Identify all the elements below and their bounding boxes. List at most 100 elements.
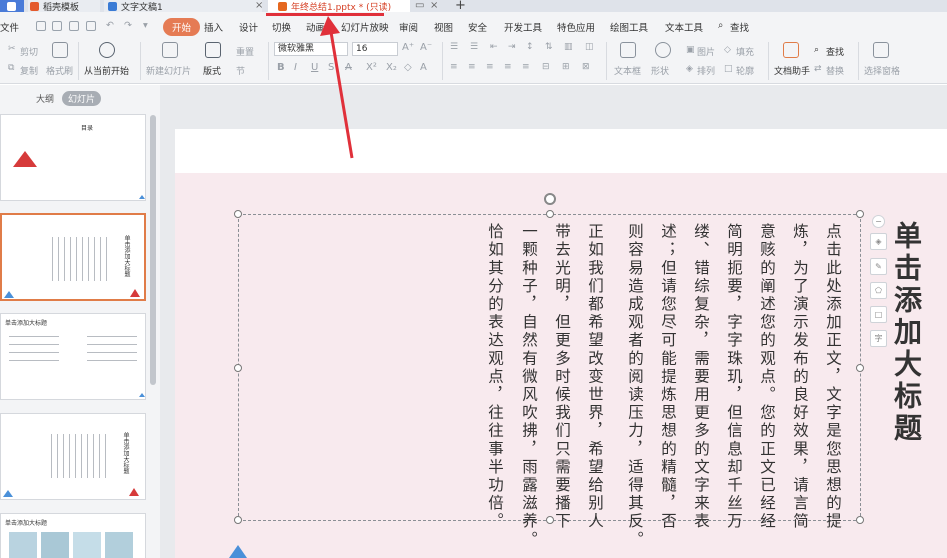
bullet-list-icon[interactable]: ☰ [450,42,458,52]
text-direction-icon[interactable]: ⇅ [545,42,553,52]
reset-button[interactable]: 重置 [236,45,254,58]
outline-icon[interactable]: □ [724,64,733,74]
find-icon[interactable]: ⌕ [814,45,819,55]
align-left-icon[interactable]: ≡ [450,62,458,72]
shape-button[interactable]: 形状 [651,64,669,77]
slide-thumbnail-5[interactable]: 单击添加大标题 [0,513,146,558]
replace-icon[interactable]: ⇄ [814,64,822,74]
resize-handle-bottom[interactable] [546,516,554,524]
resize-handle-top-left[interactable] [234,210,242,218]
redo-icon[interactable]: ↷ [124,20,132,31]
menu-review[interactable]: 审阅 [399,20,418,34]
resize-handle-bottom-right[interactable] [856,516,864,524]
decrease-font-icon[interactable]: A⁻ [420,42,432,53]
align-right-icon[interactable]: ≡ [486,62,494,72]
menu-text-tools[interactable]: 文本工具 [665,20,703,34]
text-effect-icon[interactable]: ⊠ [582,62,590,72]
decrease-indent-icon[interactable]: ⇤ [490,42,498,52]
text-box-icon[interactable] [620,42,636,58]
save-icon[interactable] [36,21,46,31]
menu-file[interactable]: 文件 [0,20,19,34]
distribute-icon[interactable]: ≡ [522,62,530,72]
body-text-box[interactable]: 点击此处添加正文，文字是您思想的提 炼，为了演示发布的良好效果，请言简 意赅的阐… [234,193,864,549]
font-color-icon[interactable]: A [420,62,427,73]
tab-docer-template[interactable]: 稻壳模板 [28,0,100,12]
print-icon[interactable] [69,21,79,31]
quick-access-dropdown-icon[interactable]: ▾ [143,20,148,31]
bold-icon[interactable]: B [277,62,285,73]
selection-pane-icon[interactable] [873,42,889,58]
fill-icon[interactable]: ◇ [724,45,731,55]
slide-thumbnail-2[interactable]: 单击添加大标题 [0,213,146,301]
column-icon[interactable]: ▥ [564,42,573,52]
menu-home[interactable]: 开始 [163,18,201,36]
menu-search[interactable]: 查找 [730,20,749,34]
resize-handle-left[interactable] [234,364,242,372]
slide-thumbnail-4[interactable]: 单击添加大标题 [0,413,146,500]
cut-icon[interactable]: ✂ [8,44,16,54]
slide-title[interactable]: 单击添加大标题 [890,221,926,445]
underline-icon[interactable]: U [311,62,318,73]
outline-shape-icon[interactable]: □ [870,306,887,323]
tab-presentation[interactable]: 年终总结1.pptx * (只读) [268,0,410,12]
resize-handle-top[interactable] [546,210,554,218]
tab-outline[interactable]: 大纲 [36,92,54,105]
open-window-icon[interactable]: ▭ [415,0,424,12]
collapse-icon[interactable]: − [872,215,885,228]
resize-handle-bottom-left[interactable] [234,516,242,524]
menu-drawing-tools[interactable]: 绘图工具 [610,20,648,34]
menu-insert[interactable]: 插入 [204,20,223,34]
text-style-icon[interactable]: 字 [870,330,887,347]
italic-icon[interactable]: I [294,62,297,73]
format-painter-button[interactable]: 格式刷 [46,64,73,77]
replace-button[interactable]: 替换 [826,64,844,77]
justify-icon[interactable]: ≡ [504,62,512,72]
selection-pane-button[interactable]: 选择窗格 [864,64,900,77]
fill-button[interactable]: 填充 [736,45,754,58]
arrange-button[interactable]: 排列 [697,64,715,77]
arrange-icon[interactable]: ◈ [686,64,693,74]
fill-shape-icon[interactable]: ⬠ [870,282,887,299]
close-tab-icon[interactable]: × [430,0,438,12]
menu-transitions[interactable]: 切换 [272,20,291,34]
subscript-icon[interactable]: X₂ [386,62,397,73]
tab-text-document[interactable]: 文字文稿1 [104,0,262,12]
line-spacing-icon[interactable]: ↕ [526,42,534,52]
close-tab-icon[interactable]: × [255,0,263,12]
section-button[interactable]: 节 [236,64,245,77]
paste-icon[interactable] [52,42,68,58]
copy-icon[interactable]: ⧉ [8,63,14,73]
from-current-button[interactable]: 从当前开始 [84,64,129,77]
tab-slides[interactable]: 幻灯片 [62,91,102,106]
text-box-button[interactable]: 文本框 [614,64,641,77]
clear-format-icon[interactable]: ◇ [404,62,412,73]
search-icon[interactable]: ⌕ [718,20,723,31]
home-tab[interactable] [0,0,24,12]
numbered-list-icon[interactable]: ☰ [470,42,478,52]
menu-developer[interactable]: 开发工具 [504,20,542,34]
resize-handle-top-right[interactable] [856,210,864,218]
new-tab-icon[interactable]: + [455,0,466,12]
print-preview-icon[interactable] [86,21,96,31]
new-slide-icon[interactable] [162,42,178,58]
thumbnail-scrollbar[interactable] [150,115,156,385]
menu-special-apps[interactable]: 特色应用 [557,20,595,34]
open-icon[interactable] [52,21,62,31]
increase-font-icon[interactable]: A⁺ [402,42,414,53]
copy-button[interactable]: 复制 [20,64,38,77]
shape-icon[interactable] [655,42,671,58]
slide-thumbnail-3[interactable]: 单击添加大标题 [0,313,146,400]
outline-button[interactable]: 轮廓 [736,64,754,77]
menu-view[interactable]: 视图 [434,20,453,34]
menu-security[interactable]: 安全 [468,20,487,34]
vertical-align-icon[interactable]: ⊟ [542,62,550,72]
text-align-icon[interactable]: ⊞ [562,62,570,72]
picture-button[interactable]: 图片 [697,45,715,58]
rotate-handle-icon[interactable] [544,193,556,205]
picture-icon[interactable]: ▣ [686,45,695,55]
undo-icon[interactable]: ↶ [106,20,114,31]
smartart-icon[interactable]: ◫ [585,42,594,52]
find-button[interactable]: 查找 [826,45,844,58]
align-center-icon[interactable]: ≡ [468,62,476,72]
resize-handle-right[interactable] [856,364,864,372]
